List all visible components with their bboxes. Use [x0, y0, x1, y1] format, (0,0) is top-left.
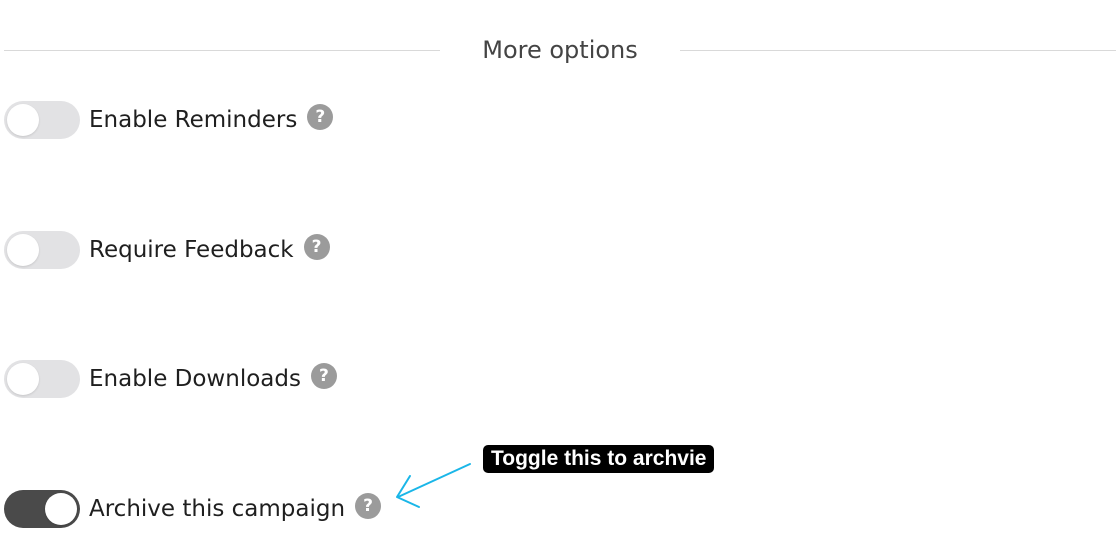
divider-line-right [680, 50, 1116, 51]
option-row-archive-campaign: Archive this campaign ? [4, 489, 382, 529]
question-circle-icon[interactable]: ? [355, 493, 382, 519]
question-circle-icon[interactable]: ? [307, 104, 334, 130]
option-row-require-feedback: Require Feedback ? [4, 230, 330, 270]
question-circle-icon[interactable]: ? [303, 234, 330, 260]
divider-line-left [4, 50, 440, 51]
question-circle-icon[interactable]: ? [310, 363, 337, 389]
annotation-callout: Toggle this to archvie [483, 445, 715, 473]
require-feedback-toggle[interactable] [4, 231, 80, 269]
toggle-knob [7, 363, 39, 395]
more-options-divider: More options [0, 28, 1120, 72]
option-row-enable-reminders: Enable Reminders ? [4, 100, 334, 140]
enable-downloads-label: Enable Downloads [89, 366, 301, 392]
toggle-knob [7, 234, 39, 266]
enable-reminders-label: Enable Reminders [89, 107, 298, 133]
toggle-knob [45, 493, 77, 525]
enable-reminders-toggle[interactable] [4, 101, 80, 139]
require-feedback-label: Require Feedback [89, 237, 294, 263]
toggle-knob [7, 104, 39, 136]
archive-campaign-label: Archive this campaign [89, 496, 346, 522]
option-row-enable-downloads: Enable Downloads ? [4, 359, 337, 399]
enable-downloads-toggle[interactable] [4, 360, 80, 398]
archive-campaign-toggle[interactable] [4, 490, 80, 528]
section-title: More options [482, 36, 638, 64]
